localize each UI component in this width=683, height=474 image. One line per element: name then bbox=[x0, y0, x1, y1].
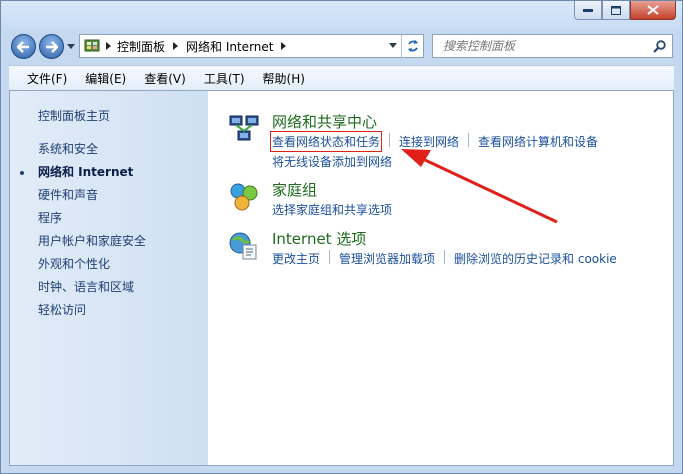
maximize-icon bbox=[611, 5, 621, 15]
sidebar-item-clock-region[interactable]: 时钟、语言和区域 bbox=[38, 278, 134, 295]
minimize-icon bbox=[583, 9, 593, 12]
annotation-arrow-icon bbox=[401, 149, 558, 224]
close-button[interactable] bbox=[630, 1, 676, 20]
breadcrumb-separator-icon[interactable] bbox=[173, 42, 179, 50]
control-panel-icon bbox=[84, 39, 100, 52]
menu-bar: 文件(F) 编辑(E) 查看(V) 工具(T) 帮助(H) bbox=[9, 65, 674, 90]
search-icon[interactable] bbox=[653, 40, 666, 53]
menu-view[interactable]: 查看(V) bbox=[144, 70, 186, 87]
sidebar: 控制面板主页 系统和安全 网络和 Internet 硬件和声音 程序 用户帐户和… bbox=[10, 91, 208, 465]
active-bullet-icon bbox=[20, 171, 24, 175]
main-panel: 网络和共享中心 查看网络状态和任务 连接到网络 查看网络计算机和设备 将无线设备… bbox=[209, 91, 673, 465]
search-box[interactable] bbox=[432, 34, 673, 58]
sidebar-home-link[interactable]: 控制面板主页 bbox=[38, 107, 110, 124]
address-bar[interactable]: 控制面板 网络和 Internet bbox=[79, 34, 424, 58]
sidebar-item-system-security[interactable]: 系统和安全 bbox=[38, 140, 98, 157]
back-arrow-icon bbox=[17, 40, 29, 53]
address-row: 控制面板 网络和 Internet bbox=[1, 31, 682, 63]
forward-button[interactable] bbox=[39, 34, 64, 59]
minimize-button[interactable] bbox=[574, 1, 602, 20]
sidebar-item-appearance[interactable]: 外观和个性化 bbox=[38, 255, 110, 272]
recent-pages-dropdown-icon[interactable] bbox=[67, 44, 75, 49]
sidebar-item-network-internet[interactable]: 网络和 Internet bbox=[38, 163, 133, 180]
menu-file[interactable]: 文件(F) bbox=[27, 70, 67, 87]
sidebar-item-ease-of-access[interactable]: 轻松访问 bbox=[38, 301, 86, 318]
maximize-button[interactable] bbox=[602, 1, 630, 20]
sidebar-item-hardware-sound[interactable]: 硬件和声音 bbox=[38, 186, 98, 203]
breadcrumb-separator-icon bbox=[106, 42, 111, 50]
close-icon bbox=[647, 5, 659, 15]
title-bar bbox=[1, 1, 682, 31]
address-dropdown-icon[interactable] bbox=[389, 43, 397, 48]
menu-help[interactable]: 帮助(H) bbox=[263, 70, 305, 87]
sidebar-item-user-accounts[interactable]: 用户帐户和家庭安全 bbox=[38, 232, 146, 249]
refresh-button[interactable] bbox=[401, 35, 424, 57]
menu-edit[interactable]: 编辑(E) bbox=[85, 70, 126, 87]
menu-tools[interactable]: 工具(T) bbox=[204, 70, 245, 87]
sidebar-item-programs[interactable]: 程序 bbox=[38, 209, 62, 226]
window-controls bbox=[574, 1, 676, 20]
content-area: 控制面板主页 系统和安全 网络和 Internet 硬件和声音 程序 用户帐户和… bbox=[9, 90, 674, 466]
refresh-icon bbox=[408, 40, 418, 52]
breadcrumb-control-panel[interactable]: 控制面板 bbox=[117, 38, 165, 55]
search-input[interactable] bbox=[441, 38, 645, 54]
back-button[interactable] bbox=[11, 34, 36, 59]
breadcrumb-separator-icon[interactable] bbox=[281, 42, 287, 50]
breadcrumb-network-internet[interactable]: 网络和 Internet bbox=[186, 38, 273, 55]
forward-arrow-icon bbox=[46, 40, 58, 53]
control-panel-window: 控制面板 网络和 Internet 文件(F) 编辑(E) 查看(V) 工具(T… bbox=[0, 0, 683, 474]
